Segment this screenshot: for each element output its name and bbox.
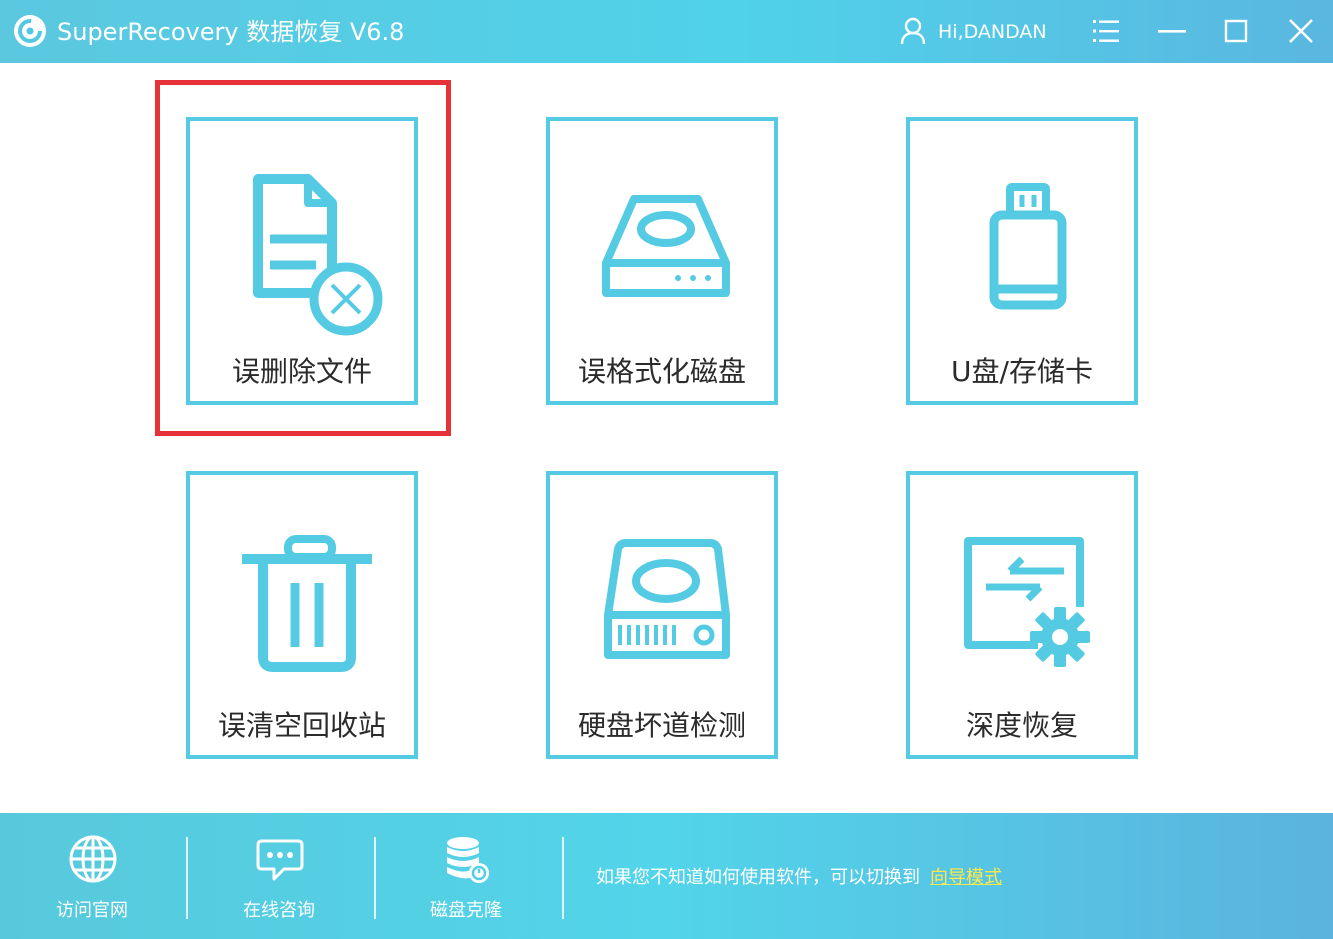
app-title: SuperRecovery 数据恢复 V6.8 bbox=[57, 18, 405, 46]
tile-label: 硬盘坏道检测 bbox=[577, 709, 746, 742]
tile-hard-disk-check[interactable]: 硬盘坏道检测 bbox=[546, 471, 778, 759]
app-logo-icon bbox=[14, 15, 46, 47]
online-chat-label: 在线咨询 bbox=[243, 900, 315, 921]
guide-hint: 如果您不知道如何使用软件，可以切换到 向导模式 bbox=[596, 866, 1002, 890]
tile-label: 误清空回收站 bbox=[217, 709, 386, 742]
tile-label: 深度恢复 bbox=[965, 709, 1078, 742]
chat-icon bbox=[256, 839, 304, 881]
divider bbox=[562, 837, 564, 919]
disk-clone-label: 磁盘克隆 bbox=[430, 900, 502, 921]
divider bbox=[374, 837, 376, 919]
tile-usb-drive[interactable]: U盘/存储卡 bbox=[906, 117, 1138, 405]
user-icon[interactable] bbox=[900, 17, 926, 45]
user-name[interactable]: Hi,DANDAN bbox=[938, 20, 1047, 44]
recycle-bin-icon bbox=[242, 535, 372, 672]
tile-label: U盘/存储卡 bbox=[951, 355, 1093, 388]
format-disk-icon bbox=[602, 195, 730, 297]
hard-disk-check-icon bbox=[604, 539, 730, 659]
title-bar: SuperRecovery 数据恢复 V6.8 Hi,DANDAN bbox=[0, 0, 1333, 63]
divider bbox=[186, 837, 188, 919]
maximize-icon bbox=[1224, 19, 1248, 43]
close-button[interactable] bbox=[1284, 14, 1318, 48]
maximize-button[interactable] bbox=[1219, 14, 1253, 48]
deep-recovery-icon bbox=[964, 537, 1090, 667]
bottom-bar: 访问官网 在线咨询 磁盘克隆 如果您不知道如何使用软件，可以切换到 向导模式 bbox=[0, 813, 1333, 939]
tile-label: 误格式化磁盘 bbox=[577, 355, 746, 388]
tile-deleted-file[interactable]: 误删除文件 bbox=[186, 117, 418, 405]
visit-website-label: 访问官网 bbox=[56, 900, 128, 921]
usb-drive-icon bbox=[989, 183, 1067, 310]
online-chat-button[interactable]: 在线咨询 bbox=[209, 813, 349, 939]
tile-format-disk[interactable]: 误格式化磁盘 bbox=[546, 117, 778, 405]
tile-recycle-bin[interactable]: 误清空回收站 bbox=[186, 471, 418, 759]
disk-clone-icon bbox=[447, 837, 489, 883]
minimize-icon bbox=[1158, 30, 1186, 33]
tile-deep-recovery[interactable]: 深度恢复 bbox=[906, 471, 1138, 759]
minimize-button[interactable] bbox=[1155, 14, 1189, 48]
disk-clone-button[interactable]: 磁盘克隆 bbox=[396, 813, 536, 939]
globe-icon bbox=[69, 835, 117, 883]
tile-label: 误删除文件 bbox=[231, 355, 372, 388]
deleted-file-icon bbox=[253, 174, 383, 336]
menu-button[interactable] bbox=[1089, 14, 1123, 48]
close-icon bbox=[1289, 19, 1313, 43]
guide-mode-link[interactable]: 向导模式 bbox=[930, 867, 1002, 888]
menu-list-icon bbox=[1093, 20, 1119, 42]
guide-hint-text: 如果您不知道如何使用软件，可以切换到 bbox=[596, 867, 920, 888]
visit-website-button[interactable]: 访问官网 bbox=[22, 813, 162, 939]
